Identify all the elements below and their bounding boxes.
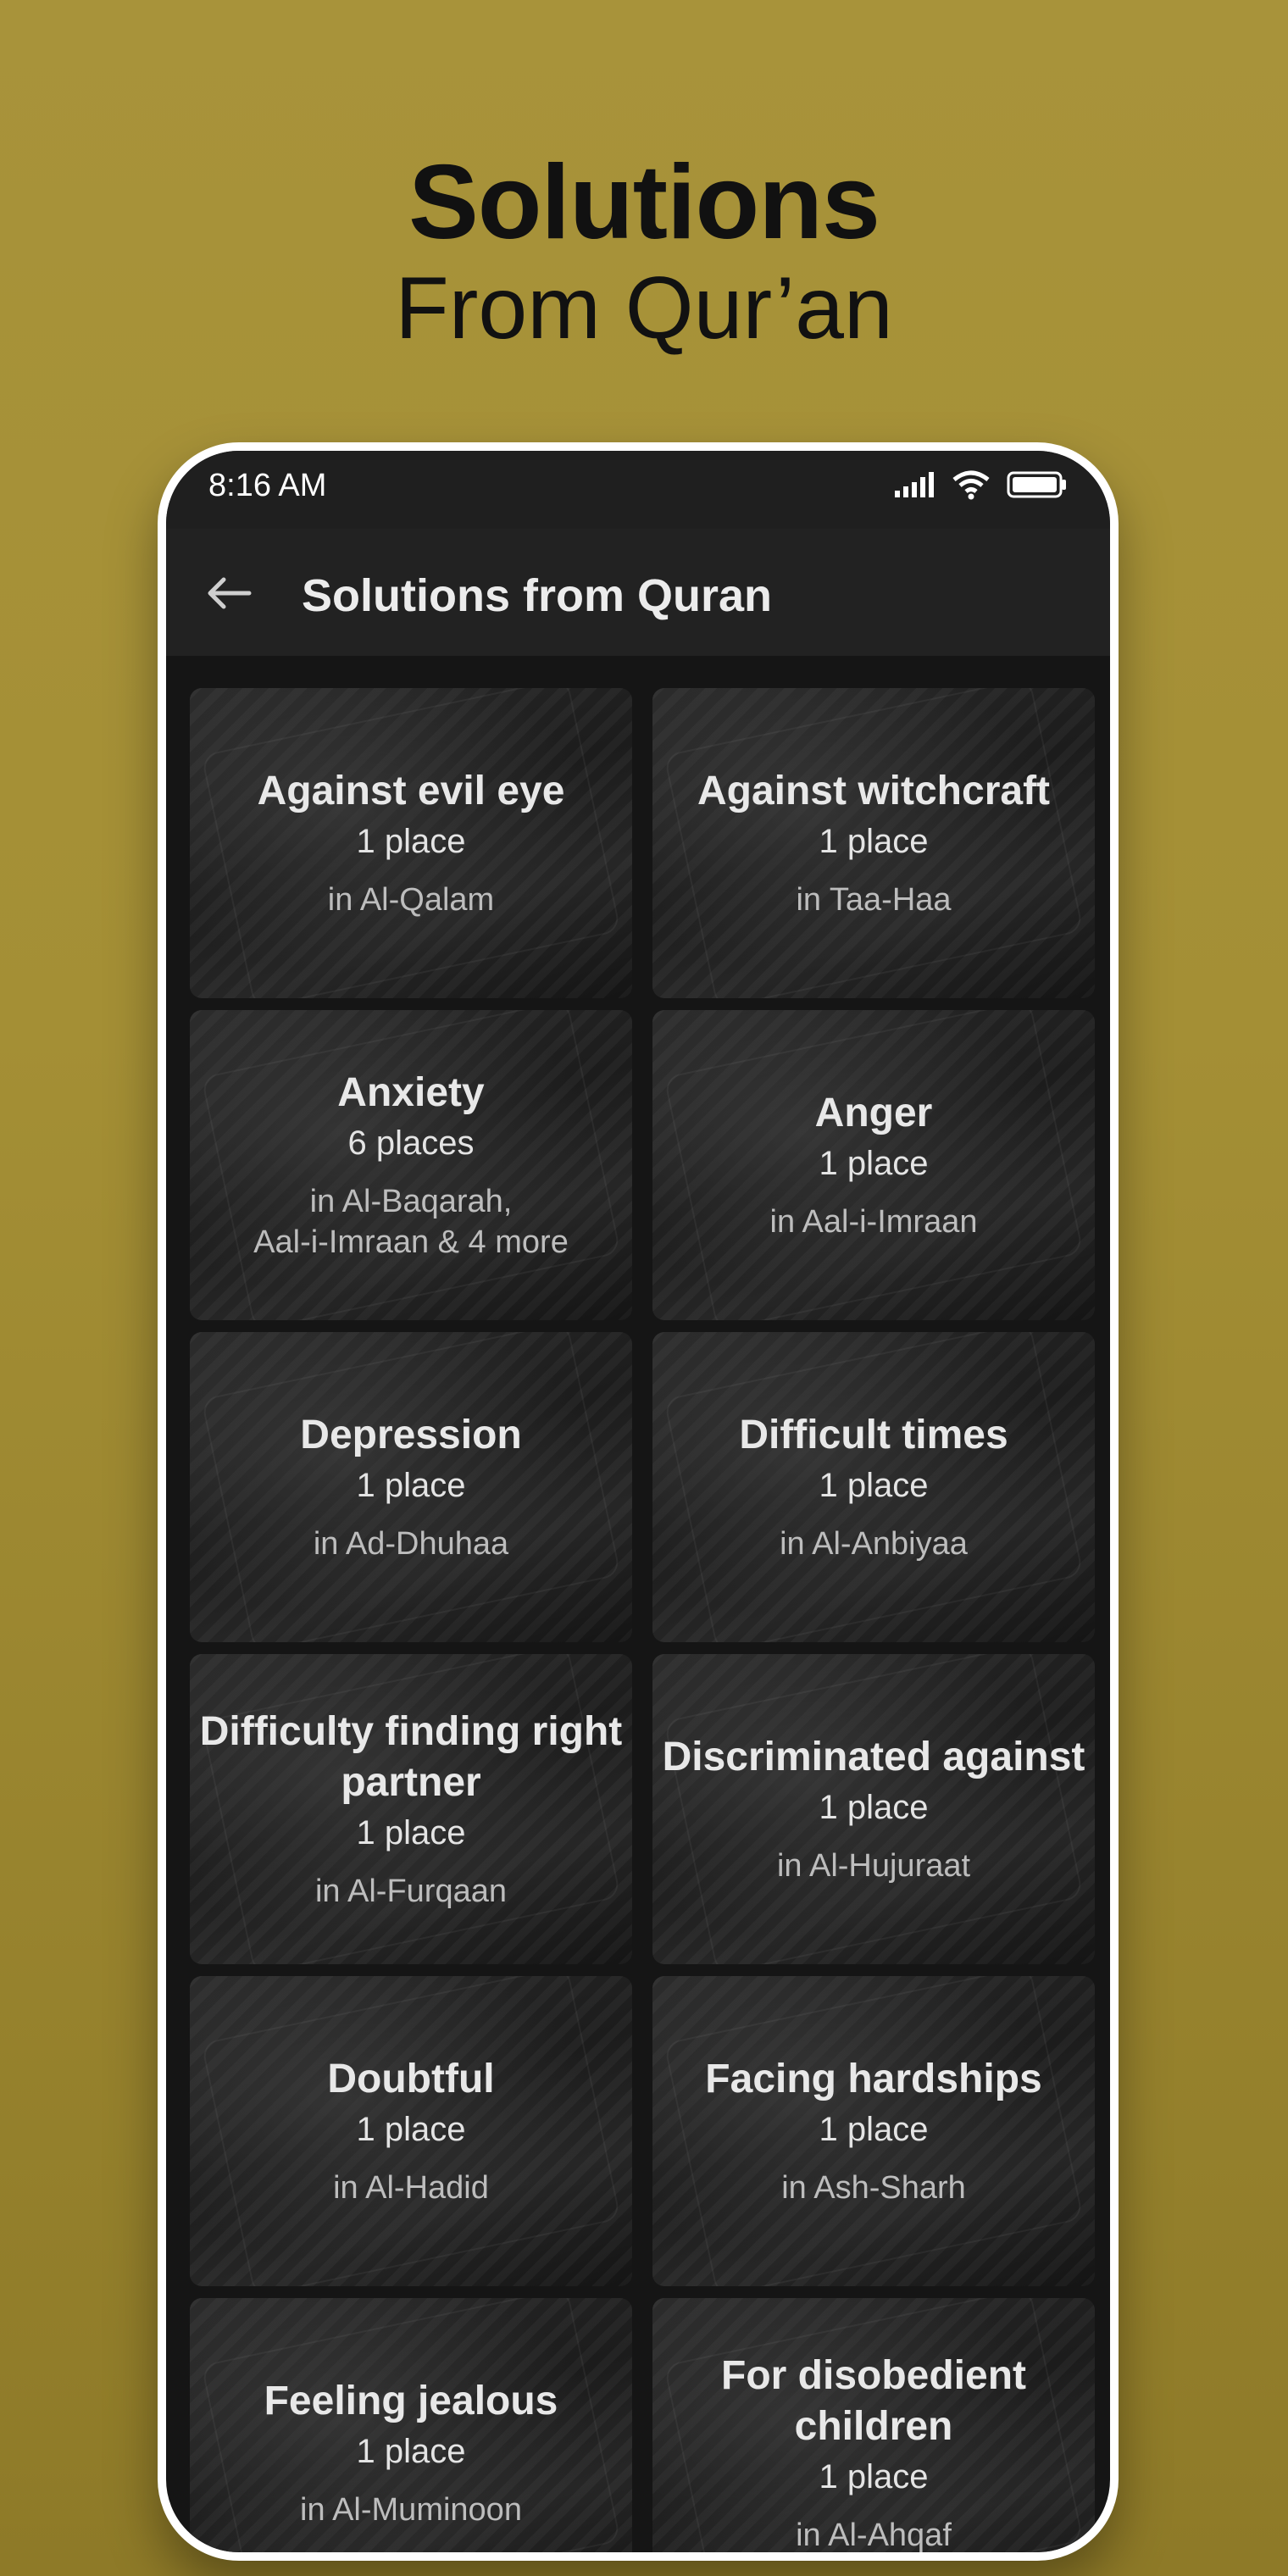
card-location: in Al-Hadid	[333, 2170, 489, 2206]
card-title: Discriminated against	[662, 1735, 1085, 1779]
card-count: 1 place	[356, 2433, 466, 2470]
phone-frame: 8:16 AM Solutions from Quran Against evi…	[158, 442, 1119, 2561]
card-location: in Aal-i-Imraan	[769, 1204, 978, 1240]
card-location: in Al-Qalam	[327, 882, 495, 918]
status-time: 8:16 AM	[208, 468, 327, 503]
solution-card[interactable]: Feeling jealous 1 place in Al-Muminoon	[190, 2298, 632, 2552]
solutions-grid: Against evil eye 1 place in Al-Qalam Aga…	[190, 688, 1103, 2553]
solution-card[interactable]: Difficult times 1 place in Al-Anbiyaa	[652, 1332, 1095, 1642]
solution-card[interactable]: Anxiety 6 places in Al-Baqarah, Aal-i-Imr…	[190, 1010, 632, 1320]
signal-icon	[895, 472, 934, 497]
app-title: Solutions from Quran	[302, 570, 773, 621]
card-location: in Al-Muminoon	[300, 2492, 522, 2528]
card-count: 1 place	[356, 1814, 466, 1852]
card-title: Feeling jealous	[264, 2379, 558, 2423]
solution-card[interactable]: Anger 1 place in Aal-i-Imraan	[652, 1010, 1095, 1320]
card-count: 6 places	[347, 1124, 475, 1162]
card-title: Against witchcraft	[697, 769, 1051, 813]
card-count: 1 place	[819, 1467, 929, 1504]
card-count: 1 place	[819, 1145, 929, 1182]
card-title: Facing hardships	[705, 2057, 1042, 2101]
card-title: Difficulty finding right partner	[199, 1709, 623, 1805]
card-title: Depression	[300, 1413, 522, 1457]
solution-card[interactable]: Facing hardships 1 place in Ash-Sharh	[652, 1976, 1095, 2286]
card-location: in Al-Baqarah, Aal-i-Imraan & 4 more	[253, 1184, 569, 1260]
card-count: 1 place	[356, 1467, 466, 1504]
hero-subtitle: From Qur’an	[395, 259, 893, 358]
card-location: in Al-Ahqaf	[796, 2518, 952, 2553]
card-location: in Al-Furqaan	[314, 1874, 507, 1909]
card-count: 1 place	[819, 2458, 929, 2496]
solution-card[interactable]: Depression 1 place in Ad-Dhuhaa	[190, 1332, 632, 1642]
card-location: in Al-Hujuraat	[776, 1848, 971, 1884]
card-count: 1 place	[356, 2111, 466, 2148]
card-title: Anger	[814, 1091, 933, 1135]
card-title: For disobedient children	[721, 2353, 1026, 2449]
wifi-icon	[952, 470, 990, 500]
card-location: in Ash-Sharh	[781, 2170, 966, 2206]
app-bar: Solutions from Quran	[166, 529, 1110, 656]
hero-title: Solutions	[408, 144, 880, 261]
card-location: in Al-Anbiyaa	[780, 1526, 968, 1562]
battery-icon	[1007, 471, 1066, 498]
card-location: in Ad-Dhuhaa	[313, 1526, 509, 1562]
status-icons	[893, 469, 1068, 500]
card-count: 1 place	[356, 823, 466, 860]
solution-card[interactable]: Discriminated against 1 place in Al-Huju…	[652, 1654, 1095, 1964]
card-count: 1 place	[819, 1789, 929, 1826]
solution-card[interactable]: Difficulty finding right partner 1 place…	[190, 1654, 632, 1964]
card-count: 1 place	[819, 2111, 929, 2148]
solution-card[interactable]: Against evil eye 1 place in Al-Qalam	[190, 688, 632, 998]
card-location: in Taa-Haa	[796, 882, 952, 918]
arrow-left-icon[interactable]	[202, 566, 256, 620]
card-title: Doubtful	[327, 2057, 495, 2101]
card-title: Difficult times	[739, 1413, 1008, 1457]
status-bar: 8:16 AM	[166, 451, 1110, 529]
card-count: 1 place	[819, 823, 929, 860]
solution-card[interactable]: Doubtful 1 place in Al-Hadid	[190, 1976, 632, 2286]
card-title: Against evil eye	[257, 769, 565, 813]
card-title: Anxiety	[337, 1070, 485, 1115]
solution-card[interactable]: Against witchcraft 1 place in Taa-Haa	[652, 688, 1095, 998]
solution-card[interactable]: For disobedient children 1 place in Al-A…	[652, 2298, 1095, 2553]
